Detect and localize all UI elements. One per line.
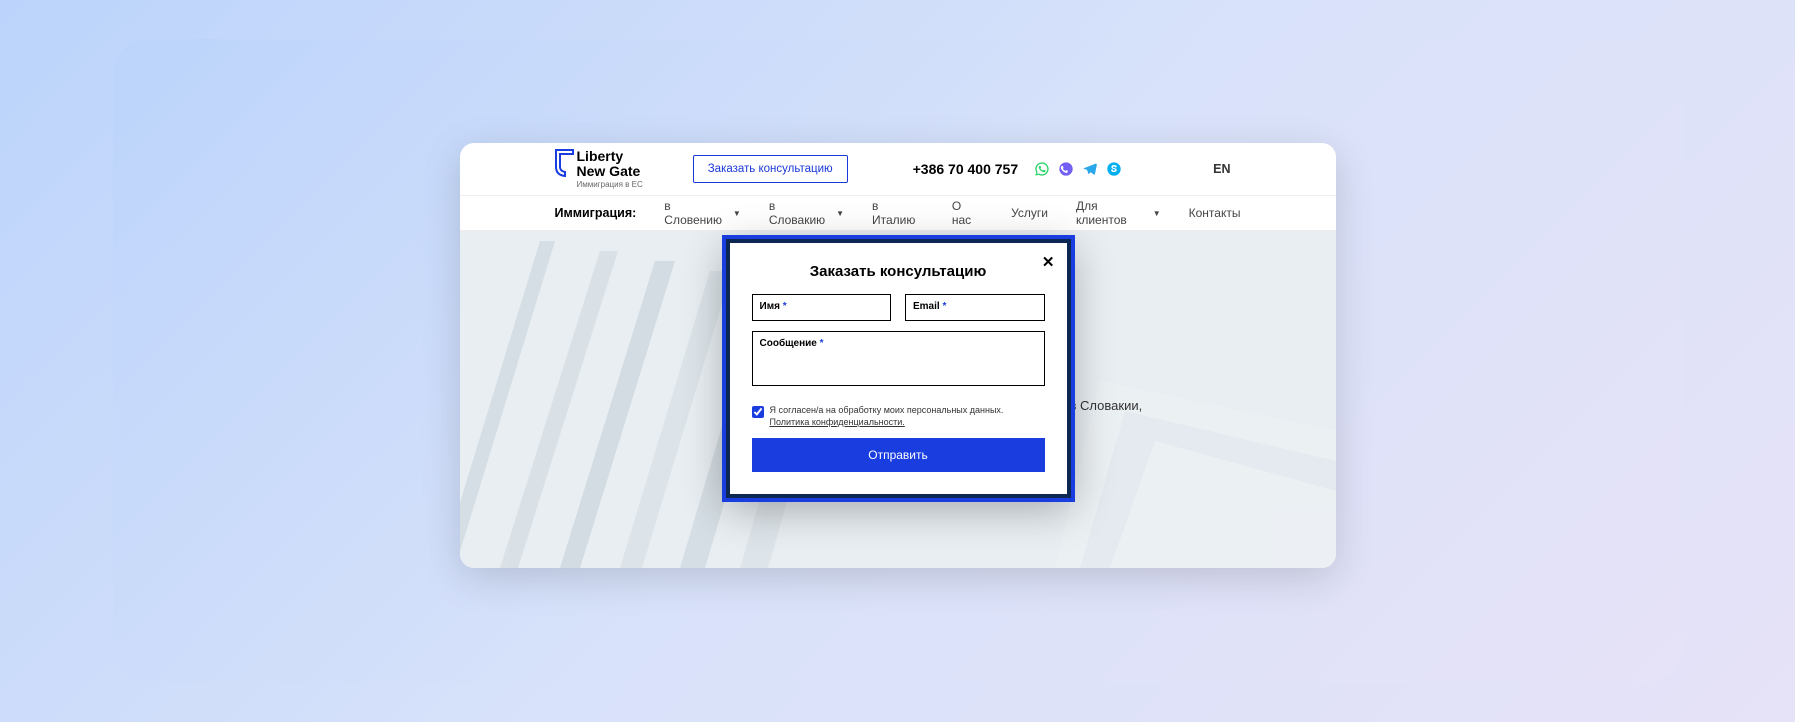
browser-window: Liberty New Gate Иммиграция в ЕС Заказат… <box>460 143 1336 568</box>
message-input[interactable] <box>752 331 1045 386</box>
nav-item-contacts[interactable]: Контакты <box>1189 206 1241 220</box>
privacy-policy-link[interactable]: Политика конфиденциальности. <box>770 417 905 427</box>
telegram-icon[interactable] <box>1081 160 1099 178</box>
language-switcher[interactable]: EN <box>1213 162 1230 176</box>
submit-button[interactable]: Отправить <box>752 438 1045 472</box>
logo[interactable]: Liberty New Gate Иммиграция в ЕС <box>555 149 643 189</box>
logo-shield-icon <box>555 149 575 177</box>
consent-checkbox[interactable] <box>752 406 764 418</box>
phone-number[interactable]: +386 70 400 757 <box>913 161 1019 177</box>
email-input[interactable] <box>905 294 1045 321</box>
logo-line1: Liberty <box>577 149 643 164</box>
chevron-down-icon: ▼ <box>1153 209 1161 218</box>
logo-text: Liberty New Gate Иммиграция в ЕС <box>577 149 643 189</box>
nav-item-slovakia[interactable]: в Словакию▼ <box>769 199 844 227</box>
header-bar: Liberty New Gate Иммиграция в ЕС Заказат… <box>460 143 1336 195</box>
nav-item-slovenia[interactable]: в Словению▼ <box>664 199 741 227</box>
nav-item-clients[interactable]: Для клиентов▼ <box>1076 199 1161 227</box>
consent-row: Я согласен/а на обработку моих персональ… <box>752 405 1045 428</box>
consent-text: Я согласен/а на обработку моих персональ… <box>770 405 1004 428</box>
whatsapp-icon[interactable] <box>1033 160 1051 178</box>
message-field-wrapper: Сообщение * <box>752 331 1045 391</box>
nav-item-about[interactable]: О нас <box>952 199 983 227</box>
logo-tagline: Иммиграция в ЕС <box>577 181 643 189</box>
close-icon[interactable]: ✕ <box>1042 255 1055 270</box>
modal-title: Заказать консультацию <box>752 263 1045 280</box>
consultation-modal: ✕ Заказать консультацию Имя * Email * Со… <box>726 239 1071 498</box>
logo-line2: New Gate <box>577 164 643 179</box>
nav-item-italy[interactable]: в Италию <box>872 199 924 227</box>
chevron-down-icon: ▼ <box>836 209 844 218</box>
page-frame: Liberty New Gate Иммиграция в ЕС Заказат… <box>113 39 1683 683</box>
order-consultation-button[interactable]: Заказать консультацию <box>693 155 848 183</box>
skype-icon[interactable] <box>1105 160 1123 178</box>
viber-icon[interactable] <box>1057 160 1075 178</box>
email-field-wrapper: Email * <box>905 294 1045 321</box>
name-input[interactable] <box>752 294 892 321</box>
social-icons <box>1033 160 1123 178</box>
chevron-down-icon: ▼ <box>733 209 741 218</box>
nav-item-services[interactable]: Услуги <box>1011 206 1048 220</box>
nav-label: Иммиграция: <box>555 206 637 220</box>
nav-bar: Иммиграция: в Словению▼ в Словакию▼ в Ит… <box>460 195 1336 231</box>
name-field-wrapper: Имя * <box>752 294 892 321</box>
